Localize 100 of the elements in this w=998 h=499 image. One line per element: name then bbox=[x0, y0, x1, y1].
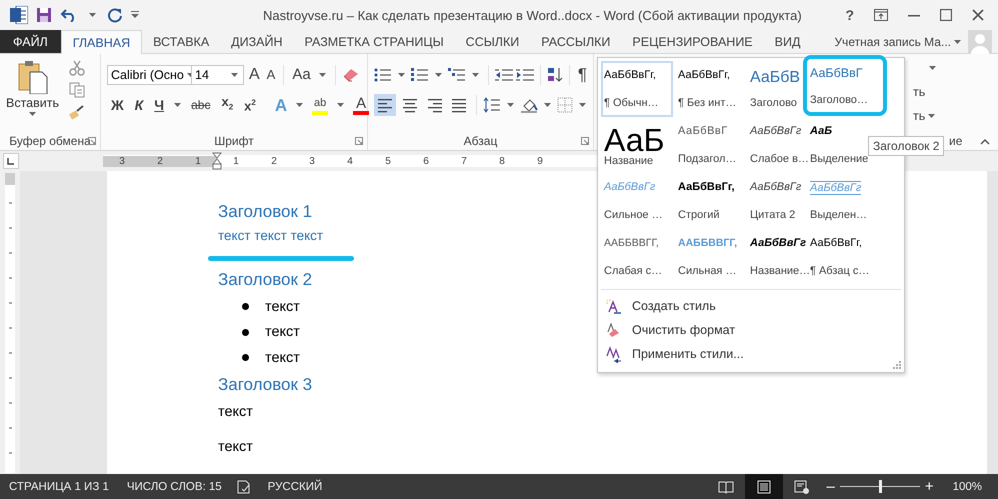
ribbon-tab[interactable]: РАЗМЕТКА СТРАНИЦЫ bbox=[294, 30, 455, 53]
select-button[interactable]: ть bbox=[913, 109, 926, 123]
language-indicator[interactable]: РУССКИЙ bbox=[258, 480, 332, 492]
resize-grip-icon[interactable] bbox=[893, 361, 901, 369]
bullet-icon bbox=[242, 303, 249, 310]
caret-icon[interactable] bbox=[434, 73, 442, 77]
customize-caret-icon[interactable] bbox=[131, 11, 139, 19]
copy-icon[interactable] bbox=[69, 82, 85, 98]
style-option[interactable]: АаБбВвГг, ¶ Абзац с… bbox=[807, 229, 872, 285]
font-size-field[interactable]: 14 bbox=[191, 65, 244, 85]
tab-selector-icon[interactable] bbox=[3, 153, 19, 169]
help-button[interactable]: ? bbox=[845, 7, 854, 23]
ribbon-tab[interactable]: РАССЫЛКИ bbox=[530, 30, 622, 53]
style-option[interactable]: АаБ Выделение bbox=[807, 117, 870, 173]
font-color-button[interactable]: A bbox=[350, 96, 372, 114]
style-option[interactable]: АаБбВвГг, ¶ Без инт… bbox=[675, 61, 745, 117]
gallery-more-icon[interactable] bbox=[929, 66, 936, 70]
ribbon-tab[interactable]: ДИЗАЙН bbox=[220, 30, 294, 53]
caret-icon[interactable] bbox=[318, 73, 326, 77]
style-option[interactable]: АаБбВвГг Слабое в… bbox=[747, 117, 805, 173]
style-option[interactable]: АаБбВвГг Цитата 2 bbox=[747, 173, 805, 229]
paste-button[interactable]: Вставить bbox=[6, 60, 59, 132]
caret-icon[interactable] bbox=[928, 114, 936, 118]
shrink-font-button[interactable]: A bbox=[264, 65, 278, 85]
sort-icon[interactable] bbox=[546, 67, 563, 83]
caret-icon[interactable] bbox=[544, 103, 552, 107]
ribbon-tab[interactable]: РЕЦЕНЗИРОВАНИЕ bbox=[621, 30, 764, 53]
group-label: Абзац bbox=[464, 134, 498, 148]
style-option[interactable]: АаБбВвГг, Строгий bbox=[675, 173, 745, 229]
font-name-field[interactable]: Calibri (Осно bbox=[107, 65, 192, 85]
caret-icon[interactable] bbox=[472, 73, 479, 77]
style-option[interactable]: АаБбВвГ Подзагол… bbox=[675, 117, 745, 173]
page-count[interactable]: СТРАНИЦА 1 ИЗ 1 bbox=[0, 480, 118, 492]
ribbon-tab[interactable]: ВИД bbox=[764, 30, 812, 53]
document-text: текст bbox=[218, 402, 253, 422]
indent-marker-icon[interactable] bbox=[212, 152, 222, 170]
grow-font-button[interactable]: A bbox=[247, 65, 262, 85]
show-marks-button[interactable]: ¶ bbox=[576, 65, 590, 85]
change-case-button[interactable]: Aa bbox=[290, 65, 313, 85]
find-button[interactable]: ть bbox=[913, 85, 926, 99]
paintbrush-icon[interactable] bbox=[69, 104, 85, 120]
underline-button[interactable]: Ч bbox=[150, 95, 168, 115]
apply-styles-icon bbox=[605, 346, 622, 362]
caret-icon[interactable] bbox=[579, 103, 586, 107]
create-style-item[interactable]: Создать стиль bbox=[601, 294, 901, 318]
caret-icon[interactable] bbox=[29, 112, 36, 116]
close-icon[interactable] bbox=[972, 9, 984, 21]
caret-icon[interactable] bbox=[231, 73, 238, 77]
collapse-ribbon-icon[interactable] bbox=[980, 139, 990, 145]
bold-button[interactable]: Ж bbox=[107, 95, 128, 115]
caret-icon[interactable] bbox=[954, 40, 961, 44]
account-link[interactable]: Учетная запись Ма... bbox=[834, 34, 951, 48]
bullets-icon[interactable] bbox=[374, 67, 392, 83]
apply-styles-item[interactable]: Применить стили... bbox=[601, 342, 901, 366]
maximize-icon[interactable] bbox=[940, 9, 952, 21]
zoom-in-button[interactable]: + bbox=[920, 478, 939, 495]
multilevel-list-icon[interactable] bbox=[448, 67, 466, 83]
caret-icon[interactable] bbox=[296, 103, 304, 107]
line-spacing-icon[interactable] bbox=[483, 97, 502, 113]
eraser-icon bbox=[605, 322, 622, 338]
ruler-number: 8 bbox=[498, 156, 506, 166]
document-heading: Заголовок 2 bbox=[218, 269, 312, 291]
numbering-icon[interactable] bbox=[410, 67, 429, 83]
italic-button[interactable]: К bbox=[130, 95, 148, 115]
style-option[interactable]: ААББВВГГ, Сильная … bbox=[675, 229, 745, 285]
redo-icon[interactable] bbox=[107, 7, 123, 23]
style-option[interactable]: АаБбВвГг Сильное … bbox=[601, 173, 673, 229]
caret-icon[interactable] bbox=[174, 103, 182, 107]
zoom-out-button[interactable]: – bbox=[821, 478, 840, 495]
save-icon[interactable] bbox=[36, 7, 52, 23]
decrease-indent-icon[interactable] bbox=[494, 67, 513, 83]
increase-indent-icon[interactable] bbox=[516, 67, 534, 83]
clear-formatting-item[interactable]: Очистить формат bbox=[601, 318, 901, 342]
superscript-button[interactable]: x$^{2}$ bbox=[240, 93, 260, 117]
shading-icon[interactable] bbox=[520, 97, 538, 113]
style-option[interactable]: АаБбВ Заголово bbox=[747, 61, 805, 117]
ribbon-options-icon[interactable] bbox=[874, 9, 888, 21]
caret-icon[interactable] bbox=[507, 103, 514, 107]
style-option[interactable]: ААББВВГГ, Слабая с… bbox=[601, 229, 673, 285]
zoom-level[interactable]: 100% bbox=[938, 480, 998, 492]
ribbon-tab[interactable]: ВСТАВКА bbox=[142, 30, 220, 53]
caret-icon[interactable] bbox=[337, 103, 344, 107]
caret-icon[interactable] bbox=[89, 13, 96, 17]
style-option[interactable]: АаБ Название bbox=[601, 117, 673, 173]
align-left-button[interactable] bbox=[374, 94, 396, 116]
word-count[interactable]: ЧИСЛО СЛОВ: 15 bbox=[118, 480, 231, 492]
subscript-button[interactable]: x$_{2}$ bbox=[217, 92, 238, 118]
highlight-button[interactable]: ab bbox=[309, 96, 332, 114]
strikethrough-button[interactable]: abc bbox=[187, 95, 214, 115]
style-option[interactable]: АаБбВвГ Заголово… bbox=[803, 55, 887, 116]
style-option[interactable]: АаБбВвГг Выделен… bbox=[807, 173, 870, 229]
ribbon-tab[interactable]: ФАЙЛ bbox=[0, 30, 61, 53]
print-view-button[interactable] bbox=[745, 474, 784, 499]
scissors-icon[interactable] bbox=[69, 60, 85, 76]
caret-icon[interactable] bbox=[398, 73, 405, 77]
style-option[interactable]: АаБбВвГг, ¶ Обычн… bbox=[601, 61, 673, 117]
borders-icon[interactable] bbox=[557, 97, 574, 113]
ribbon-tab[interactable]: ГЛАВНАЯ bbox=[60, 30, 142, 54]
ribbon-tab[interactable]: ССЫЛКИ bbox=[454, 30, 530, 53]
eraser-icon[interactable] bbox=[342, 67, 360, 83]
